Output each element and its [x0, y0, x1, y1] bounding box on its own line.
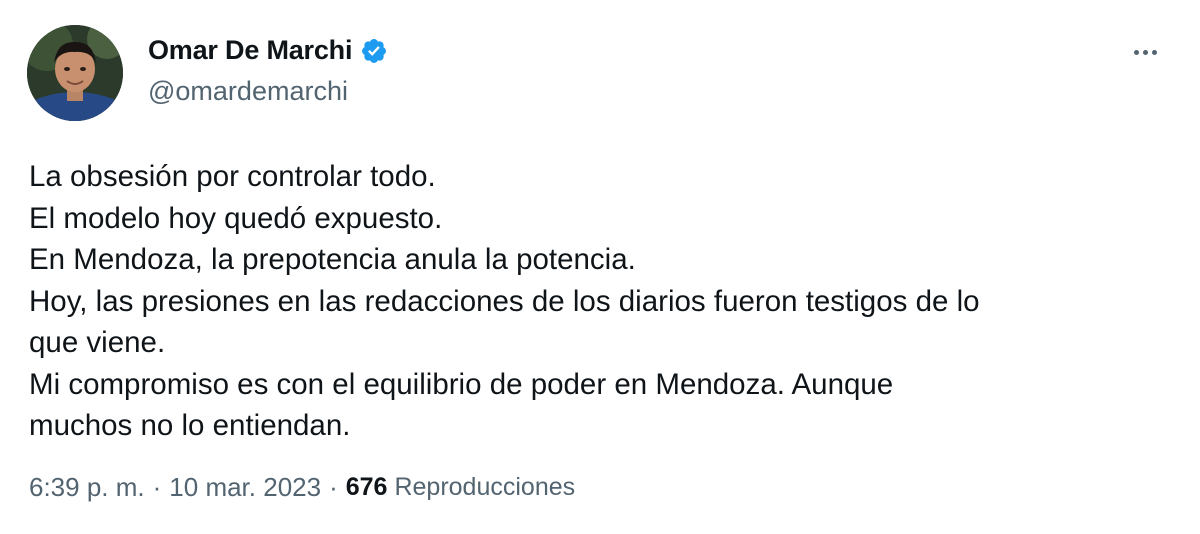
author-handle[interactable]: @omardemarchi: [148, 76, 348, 107]
tweet-time[interactable]: 6:39 p. m.: [29, 472, 145, 503]
author-display-name[interactable]: Omar De Marchi: [148, 35, 352, 66]
tweet-meta: 6:39 p. m. · 10 mar. 2023 · 676 Reproduc…: [29, 472, 575, 503]
more-dot: [1151, 49, 1157, 55]
tweet-card: Omar De Marchi @omardemarchi La obsesión…: [0, 0, 1200, 534]
tweet-text-line: Hoy, las presiones en las redacciones de…: [29, 284, 980, 318]
author-name-row: Omar De Marchi: [148, 35, 388, 66]
tweet-text-line: En Mendoza, la prepotencia anula la pote…: [29, 243, 636, 276]
views-count: 676: [345, 473, 388, 501]
verified-badge-icon: [360, 37, 388, 65]
tweet-text-line: que viene.: [29, 326, 166, 359]
avatar[interactable]: [27, 25, 123, 121]
views-label: Reproducciones: [394, 473, 576, 501]
more-options-icon[interactable]: [1128, 38, 1162, 66]
tweet-text-line: El modelo hoy quedó expuesto.: [29, 201, 443, 235]
more-dot: [1142, 49, 1148, 55]
tweet-date[interactable]: 10 mar. 2023: [169, 472, 321, 503]
avatar-image: [27, 25, 123, 121]
more-dot: [1133, 49, 1139, 55]
meta-separator: ·: [152, 472, 162, 502]
tweet-text: La obsesión por controlar todo. El model…: [29, 156, 1169, 447]
tweet-text-line: Mi compromiso es con el equilibrio de po…: [29, 367, 894, 401]
tweet-text-line: muchos no lo entiendan.: [29, 409, 351, 442]
meta-separator: ·: [329, 472, 338, 502]
tweet-text-line: La obsesión por controlar todo.: [29, 160, 436, 193]
